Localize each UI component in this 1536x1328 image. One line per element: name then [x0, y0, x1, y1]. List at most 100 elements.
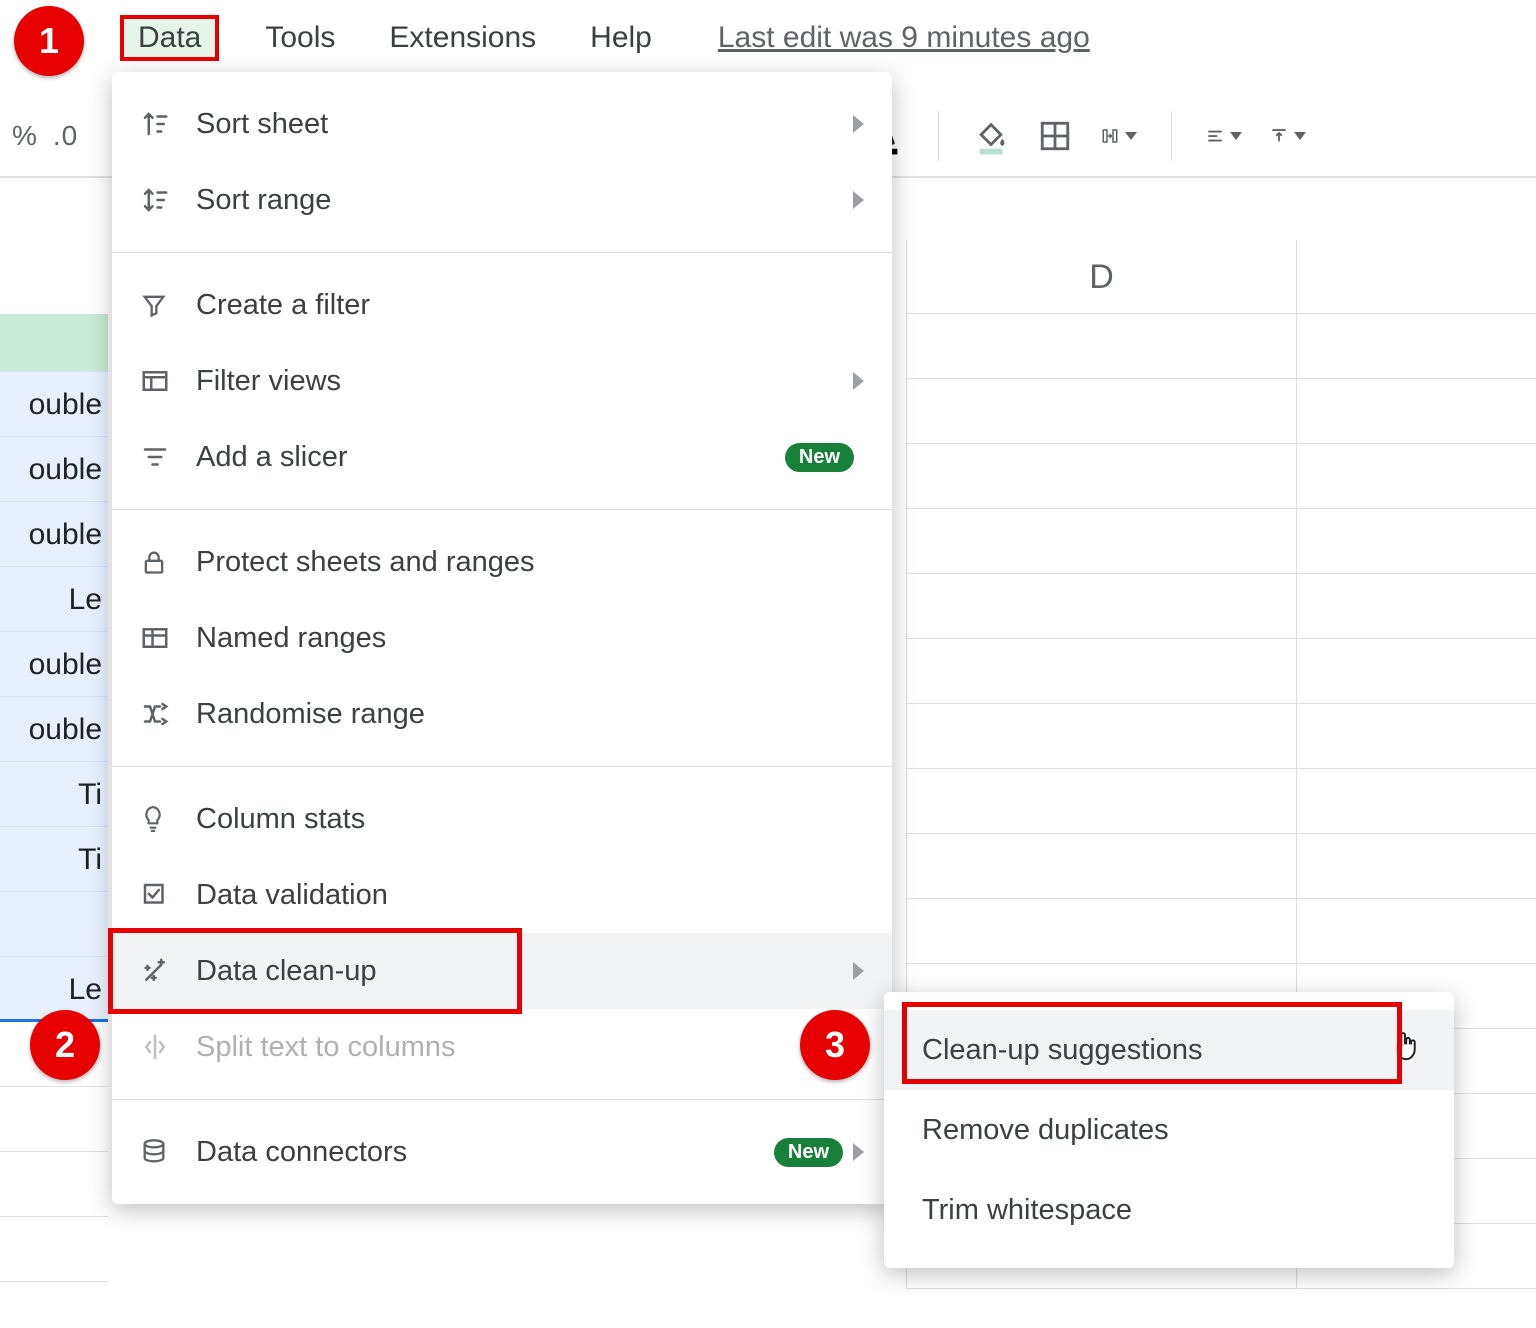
menu-item-label: Data clean-up	[196, 955, 853, 988]
cell[interactable]: ouble	[0, 372, 108, 437]
filter-views-icon	[140, 366, 196, 396]
data-validation-icon	[140, 880, 196, 910]
named-ranges-icon	[140, 625, 196, 651]
callout-3: 3	[800, 1010, 870, 1080]
menu-data-connectors[interactable]: Data connectors New	[112, 1114, 892, 1190]
randomise-icon	[140, 699, 196, 729]
cell[interactable]	[1297, 704, 1536, 769]
menu-sort-range[interactable]: Sort range	[112, 162, 892, 238]
cell[interactable]	[907, 834, 1296, 899]
cell[interactable]	[907, 899, 1296, 964]
new-badge: New	[774, 1138, 843, 1167]
new-badge: New	[785, 443, 854, 472]
cell[interactable]	[907, 379, 1296, 444]
cell[interactable]	[1297, 379, 1536, 444]
toolbar-separator	[1171, 111, 1172, 161]
cell[interactable]	[1297, 314, 1536, 379]
menu-item-label: Protect sheets and ranges	[196, 546, 864, 579]
menu-item-label: Create a filter	[196, 289, 864, 322]
callout-1: 1	[14, 6, 84, 76]
menu-create-filter[interactable]: Create a filter	[112, 267, 892, 343]
sort-range-icon	[140, 185, 196, 215]
filter-icon	[140, 291, 196, 319]
menu-data-cleanup[interactable]: Data clean-up	[112, 933, 892, 1009]
cell[interactable]: Ti	[0, 762, 108, 827]
menu-filter-views[interactable]: Filter views	[112, 343, 892, 419]
toolbar-percent[interactable]: %	[12, 120, 37, 152]
menu-data-validation[interactable]: Data validation	[112, 857, 892, 933]
menu-split-text: Split text to columns	[112, 1009, 892, 1085]
cell[interactable]	[1297, 639, 1536, 704]
cell[interactable]	[907, 509, 1296, 574]
last-edit-link[interactable]: Last edit was 9 minutes ago	[718, 21, 1090, 55]
submenu-item-label: Clean-up suggestions	[922, 1034, 1203, 1066]
cell[interactable]	[907, 704, 1296, 769]
menu-protect-sheets[interactable]: Protect sheets and ranges	[112, 524, 892, 600]
cell[interactable]	[0, 1217, 108, 1282]
menu-sort-sheet[interactable]: Sort sheet	[112, 86, 892, 162]
cell[interactable]: Ti	[0, 827, 108, 892]
menu-data-label: Data	[138, 21, 201, 54]
menu-separator	[112, 766, 892, 767]
cell[interactable]	[907, 639, 1296, 704]
cell[interactable]	[1297, 574, 1536, 639]
cell[interactable]: ouble	[0, 502, 108, 567]
menu-separator	[112, 1099, 892, 1100]
split-text-icon	[140, 1032, 196, 1062]
menu-data[interactable]: Data	[120, 15, 219, 61]
column-header-d[interactable]: D	[906, 240, 1296, 314]
cell[interactable]	[0, 1087, 108, 1152]
menu-item-label: Sort range	[196, 184, 853, 217]
cell[interactable]: ouble	[0, 437, 108, 502]
merge-cells-icon[interactable]	[1101, 118, 1137, 154]
slicer-icon	[140, 444, 196, 470]
data-menu-dropdown: Sort sheet Sort range Create a filter Fi…	[112, 72, 892, 1204]
submenu-arrow-icon	[853, 191, 864, 209]
toolbar-separator	[938, 111, 939, 161]
cell[interactable]	[907, 444, 1296, 509]
toolbar-decimal-less[interactable]: .0	[53, 120, 78, 152]
menu-help[interactable]: Help	[582, 17, 660, 59]
cell[interactable]	[1297, 444, 1536, 509]
cell[interactable]: Le	[0, 567, 108, 632]
menu-column-stats[interactable]: Column stats	[112, 781, 892, 857]
menu-item-label: Data connectors	[196, 1136, 774, 1169]
menu-named-ranges[interactable]: Named ranges	[112, 600, 892, 676]
database-icon	[140, 1137, 196, 1167]
cell[interactable]	[1297, 509, 1536, 574]
lightbulb-icon	[140, 803, 196, 835]
menu-add-slicer[interactable]: Add a slicer New	[112, 419, 892, 495]
submenu-arrow-icon	[853, 115, 864, 133]
cell[interactable]	[0, 892, 108, 957]
cell[interactable]	[0, 1152, 108, 1217]
cell[interactable]	[907, 314, 1296, 379]
menu-item-label: Add a slicer	[196, 441, 785, 474]
cell[interactable]	[1297, 834, 1536, 899]
cell[interactable]	[1297, 769, 1536, 834]
sparkle-wand-icon	[140, 956, 196, 986]
cell[interactable]	[0, 314, 108, 372]
cell[interactable]	[907, 769, 1296, 834]
sort-sheet-icon	[140, 109, 196, 139]
submenu-remove-duplicates[interactable]: Remove duplicates	[884, 1090, 1454, 1170]
menu-tools[interactable]: Tools	[257, 17, 343, 59]
menu-randomise-range[interactable]: Randomise range	[112, 676, 892, 752]
cell[interactable]: ouble	[0, 632, 108, 697]
column-header-e[interactable]	[1297, 240, 1536, 314]
menu-bar: Data Tools Extensions Help Last edit was…	[0, 10, 1090, 66]
vertical-align-icon[interactable]	[1270, 118, 1306, 154]
fill-color-icon[interactable]	[973, 118, 1009, 154]
cell[interactable]: ouble	[0, 697, 108, 762]
submenu-item-label: Trim whitespace	[922, 1194, 1132, 1226]
borders-icon[interactable]	[1037, 118, 1073, 154]
submenu-arrow-icon	[853, 372, 864, 390]
menu-separator	[112, 509, 892, 510]
submenu-trim-whitespace[interactable]: Trim whitespace	[884, 1170, 1454, 1250]
menu-extensions[interactable]: Extensions	[381, 17, 544, 59]
cell[interactable]	[907, 574, 1296, 639]
menu-item-label: Named ranges	[196, 622, 864, 655]
cell[interactable]	[1297, 899, 1536, 964]
submenu-cleanup-suggestions[interactable]: Clean-up suggestions	[884, 1010, 1454, 1090]
menu-item-label: Sort sheet	[196, 108, 853, 141]
horizontal-align-icon[interactable]	[1206, 118, 1242, 154]
